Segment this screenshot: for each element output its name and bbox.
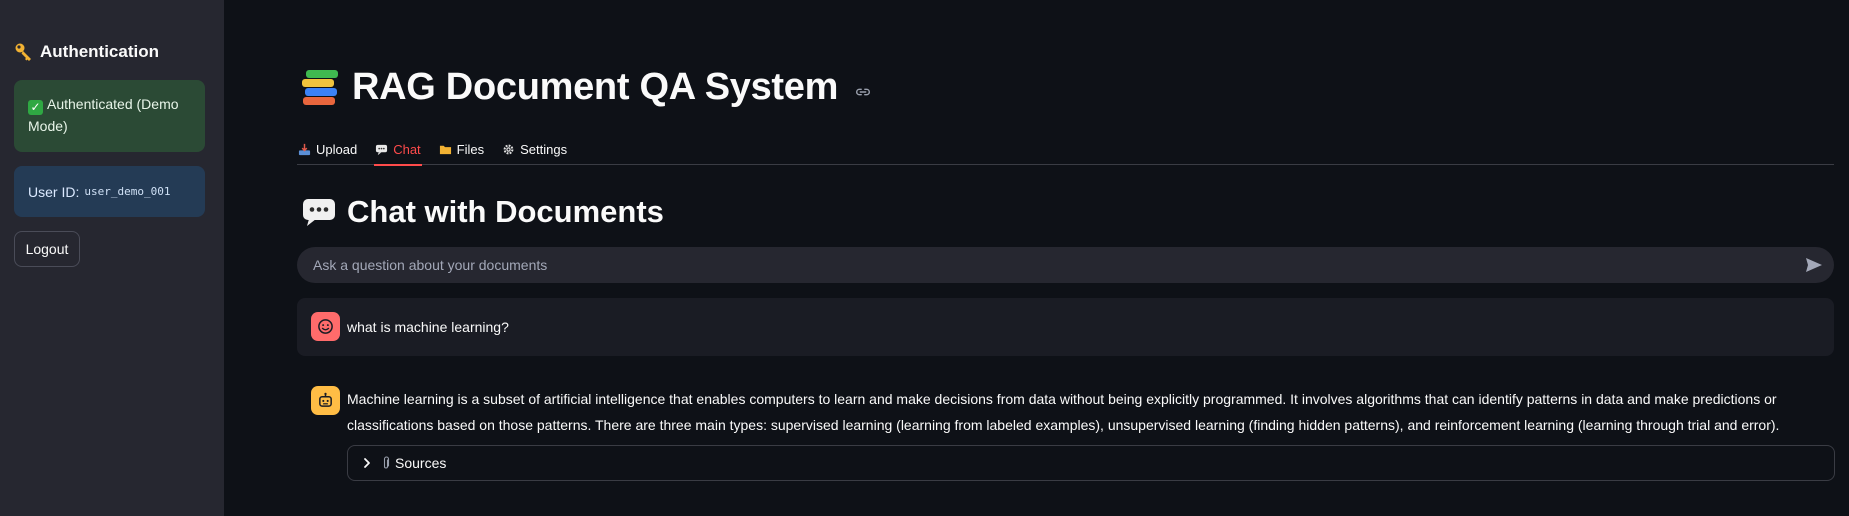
books-icon	[300, 68, 340, 108]
sidebar: Authentication ✓ Authenticated (Demo Mode…	[0, 0, 224, 516]
tab-settings[interactable]: Settings	[501, 133, 568, 165]
assistant-avatar	[311, 386, 340, 415]
check-mark-icon: ✓	[28, 100, 43, 115]
page-title: RAG Document QA System	[352, 66, 839, 108]
paperclip-icon	[383, 456, 390, 469]
sources-label-group: Sources	[382, 455, 446, 471]
sidebar-heading: Authentication	[14, 42, 159, 62]
chevron-right-icon	[364, 458, 370, 468]
auth-status-alert: ✓ Authenticated (Demo Mode)	[14, 80, 205, 152]
sources-expander[interactable]: Sources	[347, 445, 1835, 481]
user-id-label: User ID:	[28, 183, 80, 200]
tab-chat-label: Chat	[393, 141, 421, 157]
send-icon	[1806, 258, 1822, 272]
anchor-link-icon[interactable]	[854, 83, 872, 101]
inbox-tray-icon	[298, 143, 311, 155]
tab-files[interactable]: Files	[438, 133, 485, 165]
speech-balloon-icon	[303, 199, 335, 226]
sources-label: Sources	[395, 455, 447, 471]
logout-button[interactable]: Logout	[14, 231, 80, 267]
section-title: Chat with Documents	[347, 194, 664, 229]
tab-upload[interactable]: Upload	[297, 133, 358, 165]
user-message-text: what is machine learning?	[347, 319, 509, 335]
tab-upload-label: Upload	[316, 141, 358, 157]
user-id-value: user_demo_001	[84, 185, 171, 198]
page-title-row: RAG Document QA System	[300, 66, 872, 109]
sidebar-heading-text: Authentication	[40, 42, 159, 61]
gear-icon	[503, 144, 514, 154]
folder-icon	[439, 145, 451, 154]
tab-settings-label: Settings	[520, 141, 568, 157]
key-icon	[15, 43, 31, 61]
user-id-info: User ID: user_demo_001	[14, 166, 205, 217]
assistant-message-text: Machine learning is a subset of artifici…	[347, 391, 1780, 433]
section-heading: Chat with Documents	[301, 194, 664, 230]
user-avatar	[311, 312, 340, 341]
send-button[interactable]	[1803, 255, 1825, 275]
speech-balloon-icon	[376, 144, 388, 155]
chat-message-user: what is machine learning?	[297, 298, 1834, 356]
chat-input[interactable]	[297, 247, 1834, 283]
tab-chat[interactable]: Chat	[374, 133, 423, 166]
auth-status-text: Authenticated (Demo Mode)	[28, 96, 179, 134]
tab-bar: Upload Chat Files Settings	[297, 133, 1834, 166]
tab-files-label: Files	[456, 141, 485, 157]
robot-icon	[319, 392, 332, 407]
smiling-face-icon	[318, 319, 333, 334]
